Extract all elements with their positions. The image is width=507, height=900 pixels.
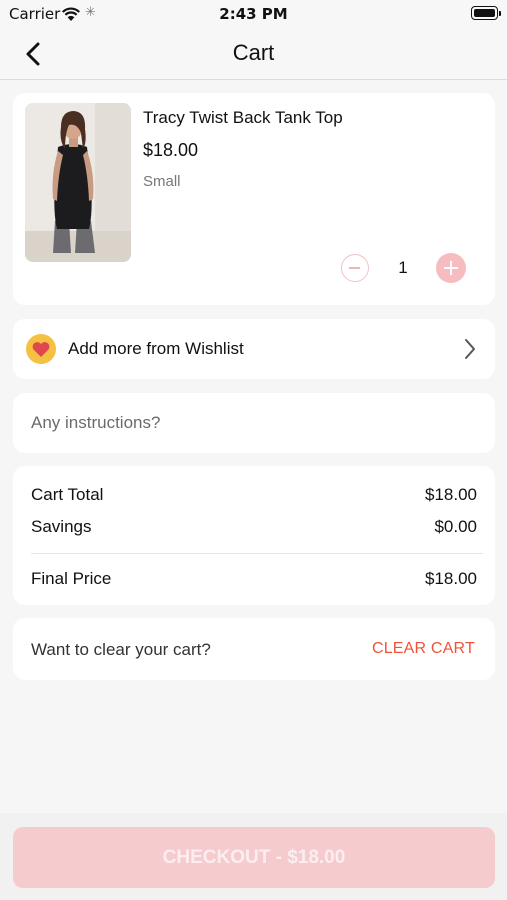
cart-total-value: $18.00 xyxy=(425,485,477,504)
wishlist-row[interactable]: Add more from Wishlist xyxy=(13,319,495,379)
decrease-quantity-button[interactable] xyxy=(341,254,369,282)
battery-icon xyxy=(471,6,501,20)
increase-quantity-button[interactable] xyxy=(436,253,466,283)
product-image[interactable] xyxy=(25,103,131,262)
cart-item-card: Tracy Twist Back Tank Top $18.00 Small 1 xyxy=(13,93,495,305)
cart-total-label: Cart Total xyxy=(31,485,104,504)
page-title: Cart xyxy=(232,40,275,65)
product-name: Tracy Twist Back Tank Top xyxy=(143,108,343,127)
status-time: 2:43 PM xyxy=(219,5,288,23)
final-price-value: $18.00 xyxy=(425,569,477,588)
clear-cart-card: Want to clear your cart? CLEAR CART xyxy=(13,618,495,680)
wishlist-label: Add more from Wishlist xyxy=(68,339,244,358)
status-bar: Carrier ✳ 2:43 PM xyxy=(0,0,507,30)
divider xyxy=(31,553,483,554)
product-price: $18.00 xyxy=(143,140,199,160)
nav-bar: Cart xyxy=(0,30,507,80)
savings-value: $0.00 xyxy=(434,517,477,536)
instructions-input[interactable] xyxy=(31,393,477,453)
heart-icon xyxy=(26,334,56,364)
checkout-button[interactable]: CHECKOUT - $18.00 xyxy=(13,827,495,888)
quantity-value: 1 xyxy=(398,258,408,277)
final-price-label: Final Price xyxy=(31,569,112,588)
clear-cart-button[interactable]: CLEAR CART xyxy=(372,640,475,658)
price-summary-card: Cart Total $18.00 Savings $0.00 Final Pr… xyxy=(13,466,495,605)
chevron-right-icon xyxy=(462,337,478,361)
bottom-bar: CHECKOUT - $18.00 xyxy=(0,813,507,900)
product-size: Small xyxy=(143,173,181,190)
instructions-card xyxy=(13,393,495,453)
savings-label: Savings xyxy=(31,517,92,536)
clear-cart-prompt: Want to clear your cart? xyxy=(31,640,211,659)
